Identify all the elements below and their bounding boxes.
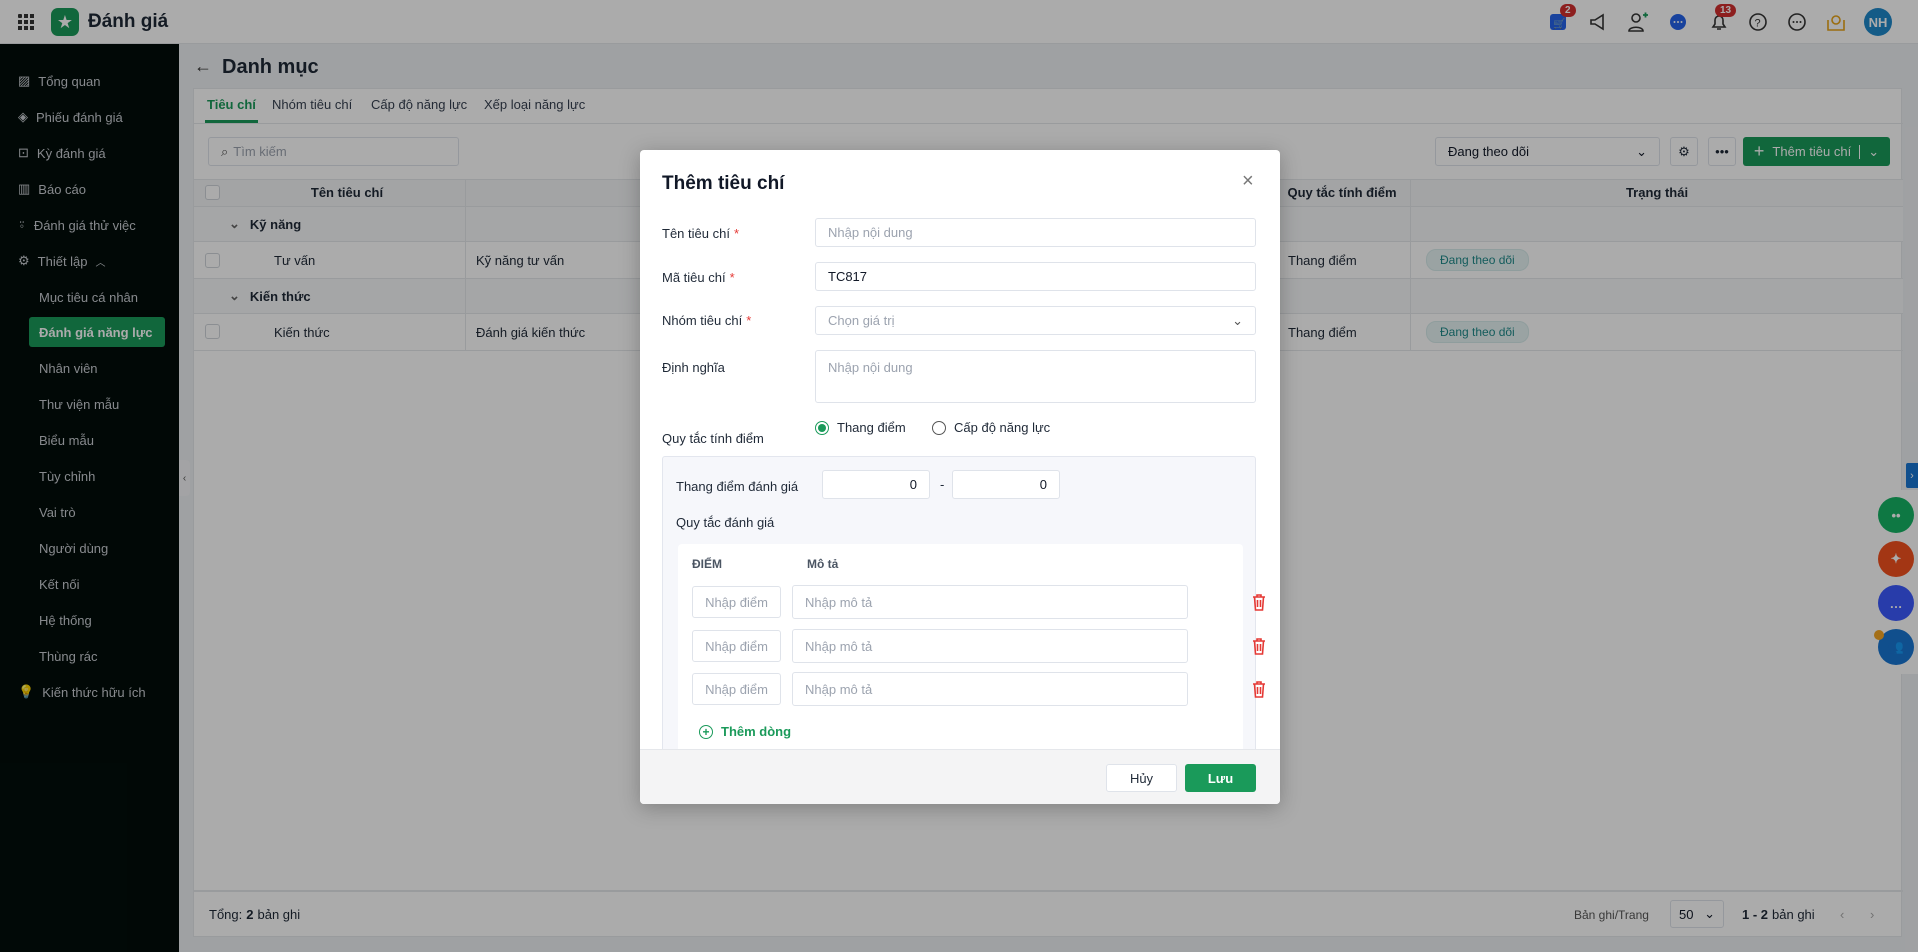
eval-rules-label: Quy tắc đánh giá	[676, 515, 775, 530]
radio-thang-diem[interactable]: Thang điểm	[815, 420, 906, 435]
score-input[interactable]: Nhập điểm	[692, 630, 781, 662]
group-placeholder: Chọn giá trị	[828, 313, 895, 328]
add-row-label: Thêm dòng	[721, 724, 792, 739]
scale-min-input[interactable]: 0	[822, 470, 930, 499]
group-label: Nhóm tiêu chí *	[662, 313, 752, 328]
code-label-text: Mã tiêu chí	[662, 270, 726, 285]
eval-rules-table: ĐIỂM Mô tả Nhập điểm Nhập mô tả Nhập điể…	[678, 544, 1265, 764]
cancel-button[interactable]: Hủy	[1106, 764, 1177, 792]
description-input[interactable]: Nhập mô tả	[792, 629, 1188, 663]
criteria-code-input[interactable]: TC817	[815, 262, 1256, 291]
scale-label: Thang điểm đánh giá	[676, 479, 799, 494]
trash-icon[interactable]	[1251, 637, 1267, 655]
radio-unselected-icon	[932, 420, 946, 435]
chevron-down-icon: ⌄	[1232, 312, 1243, 328]
radio-label: Thang điểm	[837, 420, 906, 435]
score-input[interactable]: Nhập điểm	[692, 673, 781, 705]
scale-separator: -	[940, 477, 945, 492]
rule-label: Quy tắc tính điểm	[662, 431, 764, 446]
trash-icon[interactable]	[1251, 680, 1267, 698]
code-label: Mã tiêu chí *	[662, 270, 735, 285]
definition-label: Định nghĩa	[662, 360, 725, 375]
radio-label: Cấp độ năng lực	[954, 420, 1051, 435]
radio-cap-do-nang-luc[interactable]: Cấp độ năng lực	[932, 420, 1050, 435]
add-row-button[interactable]: + Thêm dòng	[699, 724, 791, 739]
score-input[interactable]: Nhập điểm	[692, 586, 781, 618]
definition-textarea[interactable]: Nhập nội dung	[815, 350, 1256, 403]
scale-max-input[interactable]: 0	[952, 470, 1060, 499]
description-input[interactable]: Nhập mô tả	[792, 672, 1188, 706]
group-label-text: Nhóm tiêu chí	[662, 313, 743, 328]
save-button[interactable]: Lưu	[1185, 764, 1256, 792]
description-input[interactable]: Nhập mô tả	[792, 585, 1188, 619]
add-criteria-dialog: Thêm tiêu chí × Tên tiêu chí * Nhập nội d…	[640, 150, 1280, 804]
dialog-title: Thêm tiêu chí	[662, 173, 785, 194]
criteria-group-select[interactable]: Chọn giá trị ⌄	[815, 306, 1256, 335]
name-label-text: Tên tiêu chí	[662, 226, 730, 241]
dialog-footer: Hủy Lưu	[640, 749, 1280, 804]
description-header: Mô tả	[807, 557, 839, 571]
radio-selected-icon	[815, 420, 829, 435]
scale-config-panel: Thang điểm đánh giá 0 - 0 Quy tắc đánh g…	[662, 456, 1265, 764]
plus-circle-icon: +	[699, 724, 713, 739]
trash-icon[interactable]	[1251, 593, 1267, 611]
name-label: Tên tiêu chí *	[662, 226, 739, 241]
score-header: ĐIỂM	[692, 557, 722, 571]
criteria-name-input[interactable]: Nhập nội dung	[815, 218, 1256, 247]
close-icon[interactable]: ×	[1242, 170, 1254, 193]
